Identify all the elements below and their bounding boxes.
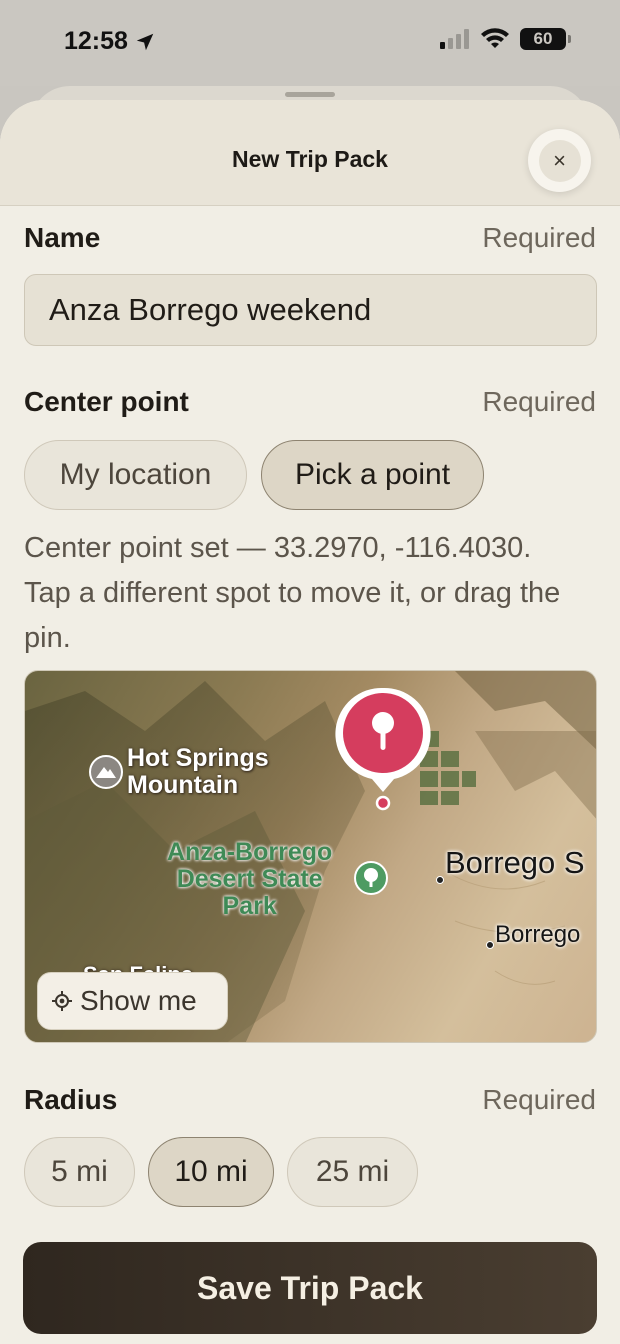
name-section-header: Name Required: [24, 222, 596, 254]
radius-5mi-chip[interactable]: 5 mi: [24, 1137, 135, 1207]
show-me-button[interactable]: Show me: [37, 972, 228, 1030]
battery-icon: 60: [520, 28, 571, 50]
my-location-chip[interactable]: My location: [24, 440, 247, 510]
sheet-title: New Trip Pack: [232, 146, 388, 172]
center-point-label: Center point: [24, 386, 189, 417]
map-label-anza-borrego: Anza-Borrego Desert State Park: [167, 838, 333, 920]
time-text: 12:58: [64, 27, 128, 55]
status-icons: 60: [440, 28, 571, 50]
park-tree-icon: [354, 861, 388, 895]
status-bar: 12:58 60: [0, 0, 620, 86]
sheet-header: New Trip Pack ×: [0, 100, 620, 206]
radius-10mi-chip[interactable]: 10 mi: [148, 1137, 274, 1207]
radius-section-header: Radius Required: [24, 1084, 596, 1116]
location-arrow-icon: [136, 33, 154, 50]
close-button[interactable]: ×: [528, 129, 591, 192]
pick-a-point-chip[interactable]: Pick a point: [261, 440, 484, 510]
grabber-handle[interactable]: [285, 92, 335, 97]
signal-icon: [440, 29, 469, 49]
name-required: Required: [482, 222, 596, 253]
radius-label: Radius: [24, 1084, 118, 1115]
map-pin-icon[interactable]: [334, 686, 432, 811]
show-me-label: Show me: [80, 985, 197, 1016]
mountain-icon: [89, 755, 123, 789]
map-view[interactable]: Hot Springs Mountain Anza-Borrego Desert…: [24, 670, 597, 1043]
radius-required: Required: [482, 1084, 596, 1115]
status-time: 12:58: [64, 27, 156, 56]
center-point-required: Required: [482, 386, 596, 417]
borrego-dot: [486, 941, 494, 949]
name-label: Name: [24, 222, 101, 253]
name-input[interactable]: Anza Borrego weekend: [24, 274, 597, 346]
borrego-springs-dot: [436, 876, 444, 884]
new-trip-pack-sheet: New Trip Pack × Name Required Anza Borre…: [0, 100, 620, 1344]
map-label-borrego: Borrego: [495, 921, 581, 948]
map-label-hot-springs: Hot Springs Mountain: [127, 744, 269, 799]
locate-icon: [52, 991, 72, 1011]
center-point-help: Center point set — 33.2970, -116.4030. T…: [24, 532, 561, 654]
battery-level: 60: [533, 29, 553, 48]
map-label-borrego-springs: Borrego S: [445, 845, 585, 880]
radius-25mi-chip[interactable]: 25 mi: [287, 1137, 418, 1207]
wifi-icon: [481, 28, 509, 48]
close-icon: ×: [538, 139, 581, 182]
center-point-section-header: Center point Required: [24, 386, 596, 418]
save-trip-pack-button[interactable]: Save Trip Pack: [23, 1242, 597, 1334]
